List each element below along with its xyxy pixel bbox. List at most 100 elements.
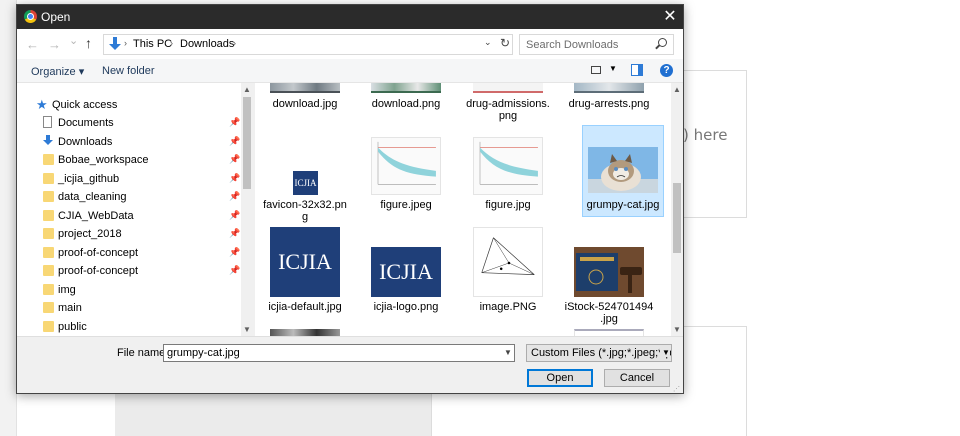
open-button[interactable]: Open	[527, 369, 593, 387]
pin-icon: 📌	[229, 247, 241, 257]
file-tile-favicon-32x32-png[interactable]: ICJIA favicon-32x32.pn g	[255, 131, 355, 231]
sidebar-item-main[interactable]: main	[17, 299, 241, 317]
file-name: iStock-524701494 .jpg	[564, 301, 654, 325]
file-list-scrollbar[interactable]: ▲ ▼	[671, 83, 683, 336]
chart-thumbnail	[473, 137, 543, 195]
file-tile-drug-admissions-png[interactable]: drug-admissions. png	[458, 83, 558, 123]
organize-menu[interactable]: Organize ▾	[31, 65, 84, 78]
folder-icon	[43, 228, 54, 239]
file-tile-icjia-default-jpg[interactable]: ICJIA icjia-default.jpg	[255, 227, 355, 327]
file-name-field[interactable]: grumpy-cat.jpg ▼	[163, 344, 515, 362]
scroll-up-icon[interactable]: ▲	[673, 85, 681, 94]
file-tile-figure-jpeg[interactable]: figure.jpeg	[356, 131, 456, 231]
sidebar-item-data-cleaning[interactable]: data_cleaning 📌	[17, 188, 241, 206]
file-type-select[interactable]: Custom Files (*.jpg;*.jpeg;*.png) ▼	[526, 344, 672, 362]
law-book-photo-thumbnail	[574, 247, 644, 297]
sidebar-item-project-2018[interactable]: project_2018 📌	[17, 225, 241, 243]
recent-locations-icon[interactable]: ⌄	[69, 34, 78, 47]
file-tile-partial[interactable]	[255, 329, 355, 336]
sidebar-item-downloads[interactable]: Downloads 📌	[17, 133, 241, 151]
file-name: figure.jpg	[485, 199, 531, 211]
refresh-icon[interactable]: ↻	[500, 36, 510, 50]
chart-thumbnail	[371, 137, 441, 195]
breadcrumb-separator-icon[interactable]: ›	[170, 38, 173, 48]
change-view-icon[interactable]	[591, 66, 601, 74]
file-thumbnail	[574, 83, 644, 93]
pin-icon: 📌	[229, 191, 241, 201]
scrollbar-thumb[interactable]	[243, 97, 251, 189]
file-name: drug-admissions. png	[466, 98, 550, 122]
scroll-up-icon[interactable]: ▲	[243, 85, 251, 94]
search-placeholder: Search Downloads	[526, 39, 619, 51]
pin-icon: 📌	[229, 210, 241, 220]
navigation-bar: ← → ⌄ ↑ › This PC › Downloads › ⌄ ↻ Sear…	[17, 29, 683, 59]
document-icon	[43, 116, 52, 128]
scroll-down-icon[interactable]: ▼	[673, 325, 681, 334]
pin-icon: 📌	[229, 117, 241, 127]
scrollbar-thumb[interactable]	[673, 183, 681, 253]
preview-pane-icon[interactable]	[631, 64, 643, 76]
sidebar-item-img[interactable]: img	[17, 281, 241, 299]
folder-icon	[43, 247, 54, 258]
file-type-value: Custom Files (*.jpg;*.jpeg;*.png)	[531, 347, 672, 359]
scroll-down-icon[interactable]: ▼	[243, 325, 251, 334]
folder-icon	[43, 154, 54, 165]
sidebar-item-label: img	[58, 284, 76, 296]
help-icon[interactable]: ?	[660, 64, 673, 77]
address-bar[interactable]: › This PC › Downloads › ⌄ ↻	[103, 34, 513, 55]
sidebar-scrollbar[interactable]: ▲ ▼	[241, 83, 253, 336]
sidebar-item-public[interactable]: public	[17, 318, 241, 336]
breadcrumb-separator-icon[interactable]: ›	[233, 38, 236, 48]
file-tile-image-png[interactable]: image.PNG	[458, 227, 558, 327]
sidebar-item-documents[interactable]: Documents 📌	[17, 114, 241, 132]
sidebar-item-proof-of-concept[interactable]: proof-of-concept 📌	[17, 244, 241, 262]
dialog-footer: File name: grumpy-cat.jpg ▼ Custom Files…	[17, 336, 683, 393]
chevron-down-icon[interactable]: ▼	[504, 348, 512, 357]
new-folder-button[interactable]: New folder	[102, 65, 155, 77]
sidebar-item-proof-of-concept[interactable]: proof-of-concept 📌	[17, 262, 241, 280]
sidebar-item-label: Quick access	[52, 99, 118, 111]
address-dropdown-icon[interactable]: ⌄	[484, 37, 492, 48]
file-name-label: File name:	[117, 347, 169, 359]
file-name: figure.jpeg	[380, 199, 432, 211]
file-tile-partial[interactable]	[559, 329, 659, 336]
file-tile-istock-524701494-jpg[interactable]: iStock-524701494 .jpg	[559, 227, 659, 327]
file-tile-download-jpg[interactable]: download.jpg	[255, 83, 355, 123]
sidebar-item-cjia-webdata[interactable]: CJIA_WebData 📌	[17, 207, 241, 225]
folder-icon	[43, 302, 54, 313]
file-tile-icjia-logo-png[interactable]: ICJIA icjia-logo.png	[356, 227, 456, 327]
search-icon[interactable]	[658, 38, 667, 47]
up-arrow-icon[interactable]: ↑	[85, 35, 92, 51]
title-bar[interactable]: Open ✕	[17, 5, 683, 29]
close-button[interactable]: ✕	[657, 5, 683, 29]
file-tile-drug-arrests-png[interactable]: drug-arrests.png	[559, 83, 659, 123]
file-thumbnail	[270, 83, 340, 93]
diagram-thumbnail	[473, 227, 543, 297]
view-options-dropdown-icon[interactable]: ▼	[609, 64, 617, 73]
file-thumbnail: ICJIA	[270, 227, 340, 297]
sidebar-item-label: public	[58, 321, 87, 333]
breadcrumb-this-pc[interactable]: This PC	[133, 38, 172, 50]
search-input[interactable]: Search Downloads	[519, 34, 674, 55]
file-thumbnail: ICJIA	[371, 247, 441, 297]
file-tile-figure-jpg[interactable]: figure.jpg	[458, 131, 558, 231]
background-upload-hint: ) here	[683, 126, 728, 144]
pin-icon: 📌	[229, 136, 241, 146]
file-tile-grumpy-cat-jpg[interactable]: grumpy-cat.jpg	[582, 125, 682, 231]
dialog-title: Open	[41, 10, 71, 24]
file-name: icjia-default.jpg	[268, 301, 342, 313]
sidebar-item-icjia-github[interactable]: _icjia_github 📌	[17, 170, 241, 188]
cancel-button[interactable]: Cancel	[604, 369, 670, 387]
navigation-pane: ★ Quick access Documents 📌 Downloads 📌 B…	[17, 83, 253, 336]
breadcrumb-separator-icon[interactable]: ›	[124, 38, 127, 48]
sidebar-item-quick-access[interactable]: ★ Quick access	[17, 96, 241, 114]
file-tile-download-png[interactable]: download.png	[356, 83, 456, 123]
chevron-down-icon[interactable]: ▼	[660, 348, 670, 357]
sidebar-item-label: project_2018	[58, 228, 122, 240]
sidebar-item-label: CJIA_WebData	[58, 210, 134, 222]
back-arrow-icon[interactable]: ←	[26, 37, 39, 52]
resize-grip-icon[interactable]: ⋰	[673, 385, 680, 393]
forward-arrow-icon[interactable]: →	[48, 37, 61, 52]
breadcrumb-downloads[interactable]: Downloads	[180, 38, 234, 50]
sidebar-item-bobae-workspace[interactable]: Bobae_workspace 📌	[17, 151, 241, 169]
